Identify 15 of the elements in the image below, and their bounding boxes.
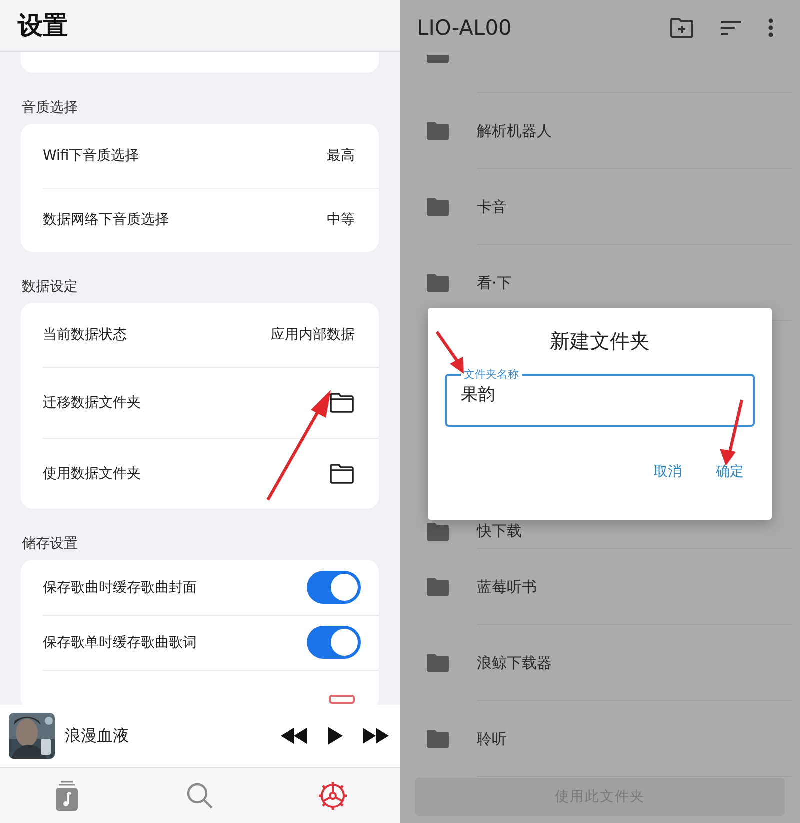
dialog-title: 新建文件夹 bbox=[550, 328, 650, 355]
song-title: 浪漫血液 bbox=[65, 726, 130, 746]
device-title: LIO-AL00 bbox=[417, 16, 513, 40]
page-title: 设置 bbox=[18, 10, 68, 42]
section-heading: 储存设置 bbox=[22, 536, 78, 552]
setting-label: 保存歌曲时缓存歌曲封面 bbox=[43, 578, 197, 596]
setting-label: 保存歌单时缓存歌曲歌词 bbox=[43, 634, 197, 652]
setting-label: 迁移数据文件夹 bbox=[43, 394, 141, 412]
setting-label: 使用数据文件夹 bbox=[43, 464, 141, 482]
setting-label: 数据网络下音质选择 bbox=[43, 211, 169, 229]
section-heading: 音质选择 bbox=[22, 100, 78, 116]
setting-label: 当前数据状态 bbox=[43, 326, 127, 344]
setting-label: Wifi下音质选择 bbox=[43, 147, 140, 165]
field-label: 文件夹名称 bbox=[464, 368, 519, 381]
section-heading: 数据设定 bbox=[22, 279, 78, 295]
